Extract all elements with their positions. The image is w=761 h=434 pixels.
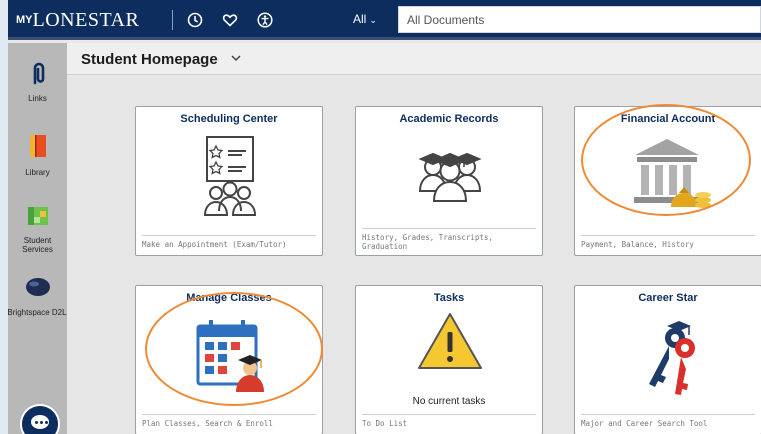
scope-label: All [353,12,367,26]
sidebar-label-library: Library [25,168,50,177]
tile-title: Tasks [433,292,465,304]
tile-footer: Payment, Balance, History [581,235,755,249]
sidebar-label-links: Links [28,94,47,103]
library-book-icon [29,135,46,157]
tile-footer: To Do List [362,414,536,428]
tile-grid: Scheduling Center Make an Appointment (E… [67,76,761,434]
top-bar: MYLONESTAR All ⌄ All Documents [8,0,761,40]
tile-financial-account[interactable]: Financial Account Payment, Balance, Hist… [574,106,761,256]
tile-title: Scheduling Center [180,113,278,125]
tile-tasks[interactable]: Tasks No current tasks To Do List [355,285,543,434]
history-icon[interactable] [184,9,206,31]
tile-academic-records[interactable]: Academic Records History, Grades, Transc… [355,106,543,256]
chat-dot [40,421,43,424]
sidebar-item-links[interactable]: Links [8,59,67,103]
sidebar-label-student-services: Student Services [22,236,53,254]
tile-footer: Major and Career Search Tool [581,414,755,428]
tile-footer: Plan Classes, Search & Enroll [142,414,316,428]
links-icon [33,62,44,85]
search-scope-dropdown[interactable]: All ⌄ [353,12,377,26]
logo-main: LONESTAR [32,9,140,31]
page-header: Student Homepage [67,43,761,75]
tile-title: Manage Classes [186,292,272,304]
keys-graduation-icon [649,321,695,395]
sidebar: Links Library Student Services Brightspa… [8,43,67,434]
tile-title: Career Star [638,292,698,304]
search-placeholder: All Documents [407,13,485,27]
logo-prefix: MY [16,14,33,26]
sidebar-label-brightspace: Brightspace D2L [8,308,67,317]
graduates-group-icon [418,152,482,202]
sidebar-item-student-services[interactable]: Student Services [8,203,67,254]
sidebar-item-brightspace[interactable]: Brightspace D2L [8,275,67,317]
chevron-down-icon[interactable] [230,52,242,64]
page-title[interactable]: Student Homepage [81,51,218,68]
tile-title: Academic Records [399,113,499,125]
tile-scheduling-center[interactable]: Scheduling Center Make an Appointment (E… [135,106,323,256]
brightspace-icon [25,278,50,296]
chat-dot [45,421,48,424]
accessibility-icon[interactable] [254,9,276,31]
calendar-graduate-icon [196,320,264,392]
tile-title: Financial Account [620,113,716,125]
app-frame: MYLONESTAR All ⌄ All Documents Links Libr… [8,0,761,434]
tile-career-star[interactable]: Career Star Major and Career Search Tool [574,285,761,434]
tile-manage-classes[interactable]: Manage Classes Plan Classes, Search & En… [135,285,323,434]
sidebar-item-library[interactable]: Library [8,131,67,177]
student-services-icon [27,207,48,225]
search-input[interactable]: All Documents [398,6,761,33]
mylonestar-logo[interactable]: MYLONESTAR [16,9,139,32]
favorites-heart-icon[interactable] [219,9,241,31]
chevron-down-icon: ⌄ [369,15,377,25]
chat-dot [35,421,38,424]
scheduling-checklist-icon [203,136,257,216]
bank-money-icon [634,139,711,208]
tile-footer: History, Grades, Transcripts, Graduation [362,228,536,251]
top-divider [172,10,173,30]
tile-footer: Make an Appointment (Exam/Tutor) [142,235,316,249]
warning-icon [418,313,482,369]
tasks-empty-note: No current tasks [412,396,486,407]
